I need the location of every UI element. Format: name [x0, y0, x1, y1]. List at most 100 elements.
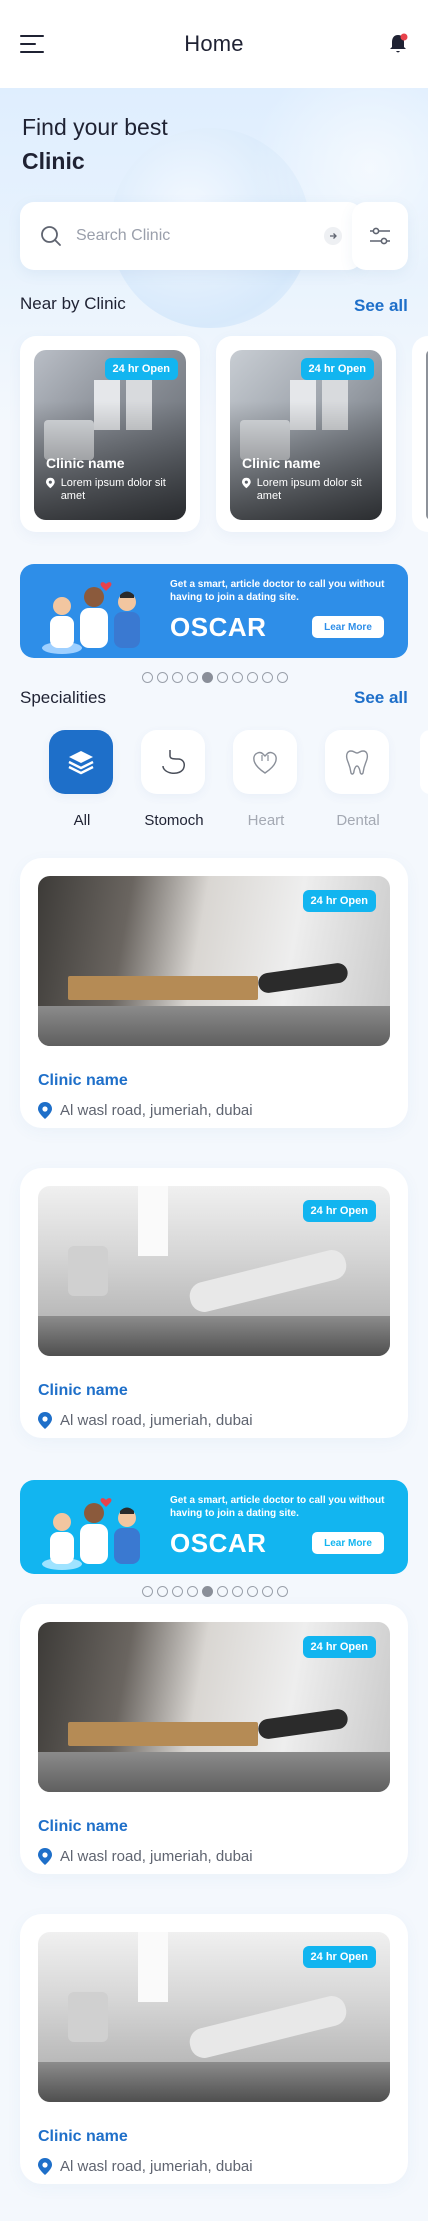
- doctors-illustration: [42, 1498, 140, 1570]
- clinic-photo: 24 hr Open Clinic name Lorem ipsum dolor…: [230, 350, 382, 520]
- banner-tagline: Get a smart, article doctor to call you …: [170, 1495, 385, 1519]
- stomach-icon: [162, 750, 185, 774]
- tooth-icon: [345, 750, 369, 775]
- location-pin-icon: [38, 1848, 52, 1865]
- speciality-dental[interactable]: Dental: [325, 730, 391, 829]
- clinic-photo: 24 hr Open: [38, 1932, 390, 2102]
- filter-icon: [370, 227, 390, 245]
- layers-icon: [68, 751, 94, 775]
- carousel-dot[interactable]: [172, 1586, 183, 1597]
- location-pin-icon: [38, 1102, 52, 1119]
- clinic-photo: 24 hr Open: [38, 1622, 390, 1792]
- clinic-photo: 24 hr Open: [38, 1186, 390, 1356]
- clinic-card[interactable]: 24 hr Open Clinic name Al wasl road, jum…: [20, 858, 408, 1128]
- top-app-bar: Home: [0, 0, 428, 88]
- speciality-label: Heart: [247, 812, 285, 829]
- speciality-partial[interactable]: [420, 730, 428, 794]
- carousel-dot-active[interactable]: [202, 672, 213, 683]
- nearby-clinic-card-partial[interactable]: [412, 336, 428, 532]
- notification-bell-icon[interactable]: [388, 33, 408, 55]
- carousel-dot[interactable]: [277, 672, 288, 683]
- speciality-stomoch-button[interactable]: [141, 730, 205, 794]
- open-hours-badge: 24 hr Open: [302, 1636, 376, 1658]
- location-pin-icon: [46, 477, 55, 489]
- clinic-address: Lorem ipsum dolor sit amet: [46, 477, 176, 503]
- hero-headline: Find your best: [22, 114, 168, 140]
- speciality-all-button[interactable]: [49, 730, 113, 794]
- speciality-label: Dental: [336, 812, 380, 829]
- carousel-dot[interactable]: [262, 672, 273, 683]
- learn-more-button[interactable]: Lear More: [312, 616, 384, 638]
- carousel-dot[interactable]: [247, 672, 258, 683]
- clinic-name: Clinic name: [242, 455, 321, 471]
- nearby-clinic-card[interactable]: 24 hr Open Clinic name Lorem ipsum dolor…: [20, 336, 200, 532]
- carousel-dot[interactable]: [187, 672, 198, 683]
- heart-icon: [253, 751, 277, 774]
- carousel-dot-active[interactable]: [202, 1586, 213, 1597]
- search-bar[interactable]: Search Clinic: [20, 202, 362, 270]
- clinic-card[interactable]: 24 hr Open Clinic name Al wasl road, jum…: [20, 1168, 408, 1438]
- filter-button[interactable]: [352, 202, 408, 270]
- carousel-dot[interactable]: [232, 1586, 243, 1597]
- speciality-heart[interactable]: Heart: [233, 730, 299, 829]
- clinic-name[interactable]: Clinic name: [38, 1818, 390, 1836]
- banner-carousel-dots: [142, 672, 288, 683]
- clinic-name: Clinic name: [46, 455, 125, 471]
- carousel-dot[interactable]: [232, 672, 243, 683]
- speciality-all[interactable]: All: [49, 730, 115, 829]
- clinic-address: Al wasl road, jumeriah, dubai: [38, 1102, 390, 1119]
- location-pin-icon: [38, 2158, 52, 2175]
- carousel-dot[interactable]: [187, 1586, 198, 1597]
- banner-brand: OSCAR: [170, 1528, 267, 1558]
- open-hours-badge: 24 hr Open: [104, 358, 178, 380]
- page-title: Home: [184, 31, 244, 56]
- specialities-section-title: Specialities: [20, 688, 106, 707]
- location-pin-icon: [38, 1412, 52, 1429]
- learn-more-button[interactable]: Lear More: [312, 1532, 384, 1554]
- open-hours-badge: 24 hr Open: [302, 890, 376, 912]
- speciality-label: All: [73, 812, 91, 829]
- promo-banner[interactable]: Get a smart, article doctor to call you …: [20, 1480, 408, 1574]
- speciality-heart-button[interactable]: [233, 730, 297, 794]
- doctors-illustration: [42, 582, 140, 654]
- nearby-clinic-card[interactable]: 24 hr Open Clinic name Lorem ipsum dolor…: [216, 336, 396, 532]
- carousel-dot[interactable]: [157, 1586, 168, 1597]
- carousel-dot[interactable]: [262, 1586, 273, 1597]
- carousel-dot[interactable]: [247, 1586, 258, 1597]
- hamburger-menu-icon[interactable]: [20, 35, 44, 55]
- carousel-dot[interactable]: [157, 672, 168, 683]
- open-hours-badge: 24 hr Open: [302, 1946, 376, 1968]
- carousel-dot[interactable]: [217, 672, 228, 683]
- banner-brand: OSCAR: [170, 612, 267, 642]
- search-icon: [41, 226, 61, 246]
- speciality-dental-button[interactable]: [325, 730, 389, 794]
- carousel-dot[interactable]: [142, 1586, 153, 1597]
- clinic-address: Lorem ipsum dolor sit amet: [242, 477, 372, 503]
- hero-headline-bold: Clinic: [22, 148, 85, 174]
- carousel-dot[interactable]: [277, 1586, 288, 1597]
- nearby-section-title: Near by Clinic: [20, 294, 126, 313]
- carousel-dot[interactable]: [172, 672, 183, 683]
- clinic-address: Al wasl road, jumeriah, dubai: [38, 2158, 390, 2175]
- notification-dot: [400, 33, 408, 41]
- clinic-name[interactable]: Clinic name: [38, 1382, 390, 1400]
- search-input[interactable]: Search Clinic: [76, 227, 324, 245]
- open-hours-badge: 24 hr Open: [300, 358, 374, 380]
- specialities-see-all-link[interactable]: See all: [354, 688, 408, 708]
- clinic-address: Al wasl road, jumeriah, dubai: [38, 1412, 390, 1429]
- clinic-name[interactable]: Clinic name: [38, 1072, 390, 1090]
- clinic-card[interactable]: 24 hr Open Clinic name Al wasl road, jum…: [20, 1914, 408, 2184]
- clinic-name[interactable]: Clinic name: [38, 2128, 390, 2146]
- clinic-photo: 24 hr Open Clinic name Lorem ipsum dolor…: [34, 350, 186, 520]
- promo-banner[interactable]: Get a smart, article doctor to call you …: [20, 564, 408, 658]
- speciality-stomoch[interactable]: Stomoch: [141, 730, 207, 829]
- speciality-label: Stomoch: [144, 812, 204, 829]
- banner-carousel-dots: [142, 1586, 288, 1597]
- open-hours-badge: 24 hr Open: [302, 1200, 376, 1222]
- nearby-see-all-link[interactable]: See all: [354, 296, 408, 316]
- carousel-dot[interactable]: [142, 672, 153, 683]
- clinic-card[interactable]: 24 hr Open Clinic name Al wasl road, jum…: [20, 1604, 408, 1874]
- search-submit-arrow-icon[interactable]: [324, 227, 342, 245]
- clinic-address: Al wasl road, jumeriah, dubai: [38, 1848, 390, 1865]
- carousel-dot[interactable]: [217, 1586, 228, 1597]
